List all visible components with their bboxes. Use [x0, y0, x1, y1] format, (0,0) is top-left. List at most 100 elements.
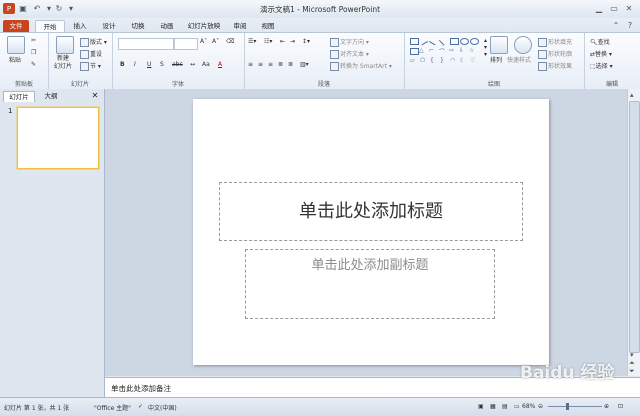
zoom-out-icon[interactable]: ⊖ [538, 403, 543, 410]
align-text-button[interactable]: 对齐文本 ▾ [330, 49, 369, 59]
shape-effects-button[interactable]: 形状效果 [538, 61, 572, 71]
fit-to-window-icon[interactable]: ⊡ [618, 403, 623, 410]
tab-view[interactable]: 视图 [256, 20, 280, 32]
brace-shape-icon[interactable]: { [430, 57, 434, 64]
right-arrow-shape-icon[interactable]: ⇨ [449, 47, 454, 54]
spell-check-icon[interactable]: ✓ [138, 403, 143, 410]
tab-slide-show[interactable]: 幻灯片放映 [184, 20, 224, 32]
convert-smartart-button[interactable]: 转换为 SmartArt ▾ [330, 61, 392, 71]
increase-indent-icon[interactable]: ⇥ [290, 38, 295, 45]
format-painter-icon[interactable]: ✎ [31, 61, 36, 68]
columns-icon[interactable]: ▥▾ [300, 61, 309, 68]
help-icon[interactable]: ? [624, 20, 636, 31]
tab-transitions[interactable]: 切换 [126, 20, 150, 32]
star-shape-icon[interactable]: ☆ [469, 47, 474, 54]
select-button[interactable]: ⬚选择 ▾ [590, 61, 613, 70]
text-direction-button[interactable]: 文字方向 ▾ [330, 37, 369, 47]
tab-review[interactable]: 审阅 [228, 20, 252, 32]
grow-font-icon[interactable]: A˄ [200, 38, 207, 45]
strikethrough-button[interactable]: abc [172, 61, 183, 68]
font-size-field[interactable] [174, 38, 198, 50]
tab-outline[interactable]: 大纲 [36, 91, 66, 101]
pentagon-shape-icon[interactable]: ⬠ [420, 57, 425, 64]
arrange-button[interactable]: 排列 [490, 55, 502, 64]
copy-icon[interactable]: ❐ [31, 49, 36, 56]
arrow-shape-icon[interactable] [428, 36, 439, 46]
rectangle-shape-icon[interactable] [410, 38, 419, 45]
underline-button[interactable]: U [147, 61, 151, 68]
textbox-shape-icon[interactable] [450, 38, 459, 45]
text-shadow-button[interactable]: S [160, 61, 164, 68]
close-pane-icon[interactable]: ✕ [90, 91, 100, 101]
next-slide-icon[interactable]: ⏷ [629, 367, 635, 376]
close-button[interactable]: ✕ [622, 3, 636, 14]
quick-styles-icon[interactable] [514, 36, 532, 54]
title-placeholder[interactable]: 单击此处添加标题 [219, 182, 523, 241]
normal-view-icon[interactable]: ▣ [478, 403, 484, 410]
minimize-button[interactable]: ▁ [592, 3, 606, 14]
line-spacing-icon[interactable]: ↕▾ [302, 38, 310, 45]
align-left-icon[interactable]: ≡ [248, 61, 253, 68]
font-color-button[interactable]: A [218, 61, 222, 68]
elbow-connector-shape-icon[interactable]: ⌐ [429, 47, 434, 54]
line-shape-icon[interactable] [418, 36, 429, 46]
quick-styles-button[interactable]: 快速样式 [507, 55, 531, 64]
bullets-icon[interactable]: ☰▾ [248, 38, 256, 45]
paste-icon[interactable] [7, 36, 25, 54]
paste-button[interactable]: 粘贴 [9, 55, 21, 64]
curved-connector-shape-icon[interactable]: ⌒ [439, 47, 445, 56]
moon-shape-icon[interactable]: ☾ [460, 57, 465, 64]
down-arrow-shape-icon[interactable]: ⇩ [459, 47, 464, 54]
slide-thumbnail[interactable] [17, 107, 99, 169]
replace-button[interactable]: ⇄替换 ▾ [590, 49, 612, 58]
shapes-scroll-icon[interactable]: ▴ ▾ ▾ [484, 37, 487, 58]
slide-sorter-icon[interactable]: ▦ [490, 403, 496, 410]
align-center-icon[interactable]: ≡ [258, 61, 263, 68]
scroll-up-icon[interactable]: ▴ [630, 91, 634, 99]
italic-button[interactable]: I [134, 61, 136, 68]
vertical-scrollbar[interactable]: ▴ ▾ ⏶ ⏷ [627, 89, 640, 376]
ellipse-shape-icon[interactable] [470, 38, 479, 45]
reading-view-icon[interactable]: ▤ [502, 403, 508, 410]
notes-placeholder[interactable]: 单击此处添加备注 [111, 383, 171, 394]
bracket-shape-icon[interactable]: } [440, 57, 444, 64]
minimize-ribbon-icon[interactable]: ⌃ [610, 20, 622, 31]
cut-icon[interactable]: ✂ [31, 37, 36, 44]
new-slide-button[interactable]: 新建 幻灯片 [54, 55, 72, 71]
decrease-indent-icon[interactable]: ⇤ [280, 38, 285, 45]
find-button[interactable]: 🔍︎查找 [590, 37, 610, 46]
triangle-shape-icon[interactable]: △ [419, 47, 424, 54]
tab-slides[interactable]: 幻灯片 [3, 91, 35, 102]
arc-shape-icon[interactable]: ◠ [450, 57, 455, 64]
shrink-font-icon[interactable]: A˅ [212, 38, 219, 45]
tab-file[interactable]: 文件 [3, 20, 29, 32]
change-case-button[interactable]: Aa [202, 61, 210, 68]
tab-animations[interactable]: 动画 [155, 20, 179, 32]
scrollbar-thumb[interactable] [629, 101, 640, 353]
shapes-gallery[interactable]: △ ⌐ ⌒ ⇨ ⇩ ☆ ▱ ⬠ { } ◠ ☾ ♡ [408, 36, 482, 68]
slide-count-status[interactable]: 幻灯片 第 1 张，共 1 张 [4, 403, 69, 412]
subtitle-placeholder[interactable]: 单击此处添加副标题 [245, 249, 495, 319]
character-spacing-icon[interactable]: ↔ [190, 61, 195, 68]
zoom-slider[interactable] [548, 406, 602, 407]
connector-shape-icon[interactable] [438, 36, 449, 46]
distributed-icon[interactable]: ≣ [288, 61, 293, 68]
bold-button[interactable]: B [120, 61, 125, 68]
zoom-slider-thumb[interactable] [566, 403, 569, 410]
justify-icon[interactable]: ≣ [278, 61, 283, 68]
new-slide-icon[interactable] [56, 36, 74, 54]
maximize-button[interactable]: ▭ [607, 3, 621, 14]
align-right-icon[interactable]: ≡ [268, 61, 273, 68]
tab-insert[interactable]: 插入 [68, 20, 92, 32]
square-shape-icon[interactable] [410, 48, 419, 55]
scroll-down-icon[interactable]: ▾ [630, 351, 634, 359]
shape-fill-button[interactable]: 形状填充 [538, 37, 572, 47]
clear-formatting-icon[interactable]: ⌫ [226, 38, 234, 45]
slide-show-icon[interactable]: ▭ [514, 403, 520, 410]
heart-shape-icon[interactable]: ♡ [470, 57, 475, 64]
numbering-icon[interactable]: ☷▾ [264, 38, 272, 45]
zoom-in-icon[interactable]: ⊕ [604, 403, 609, 410]
language-status[interactable]: 中文(中国) [148, 403, 177, 412]
slide-canvas[interactable]: 单击此处添加标题 单击此处添加副标题 [193, 99, 549, 365]
arrange-icon[interactable] [490, 36, 508, 54]
